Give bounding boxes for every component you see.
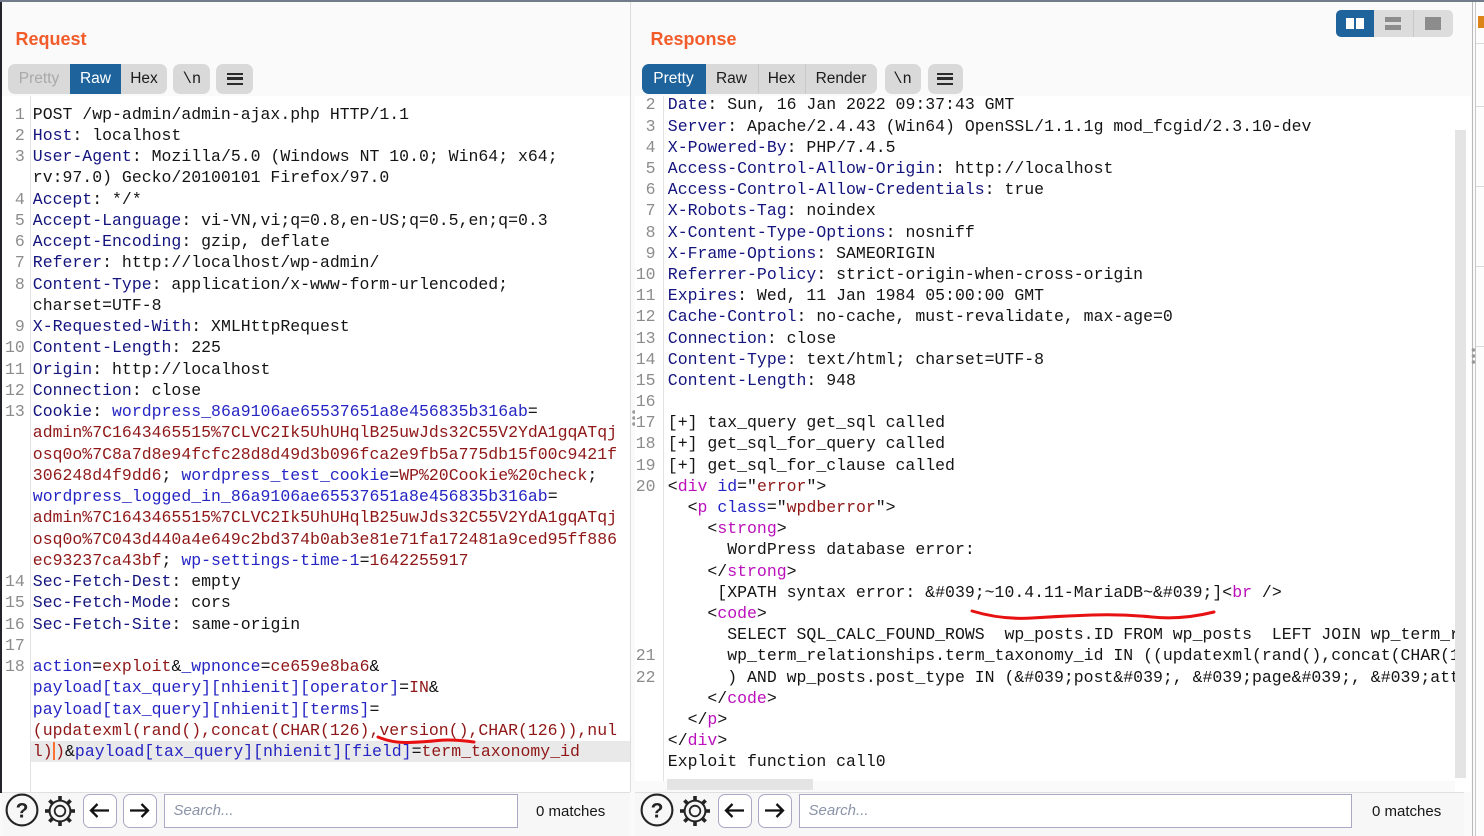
svg-text:?: ?: [16, 800, 29, 823]
svg-text:?: ?: [651, 800, 664, 823]
